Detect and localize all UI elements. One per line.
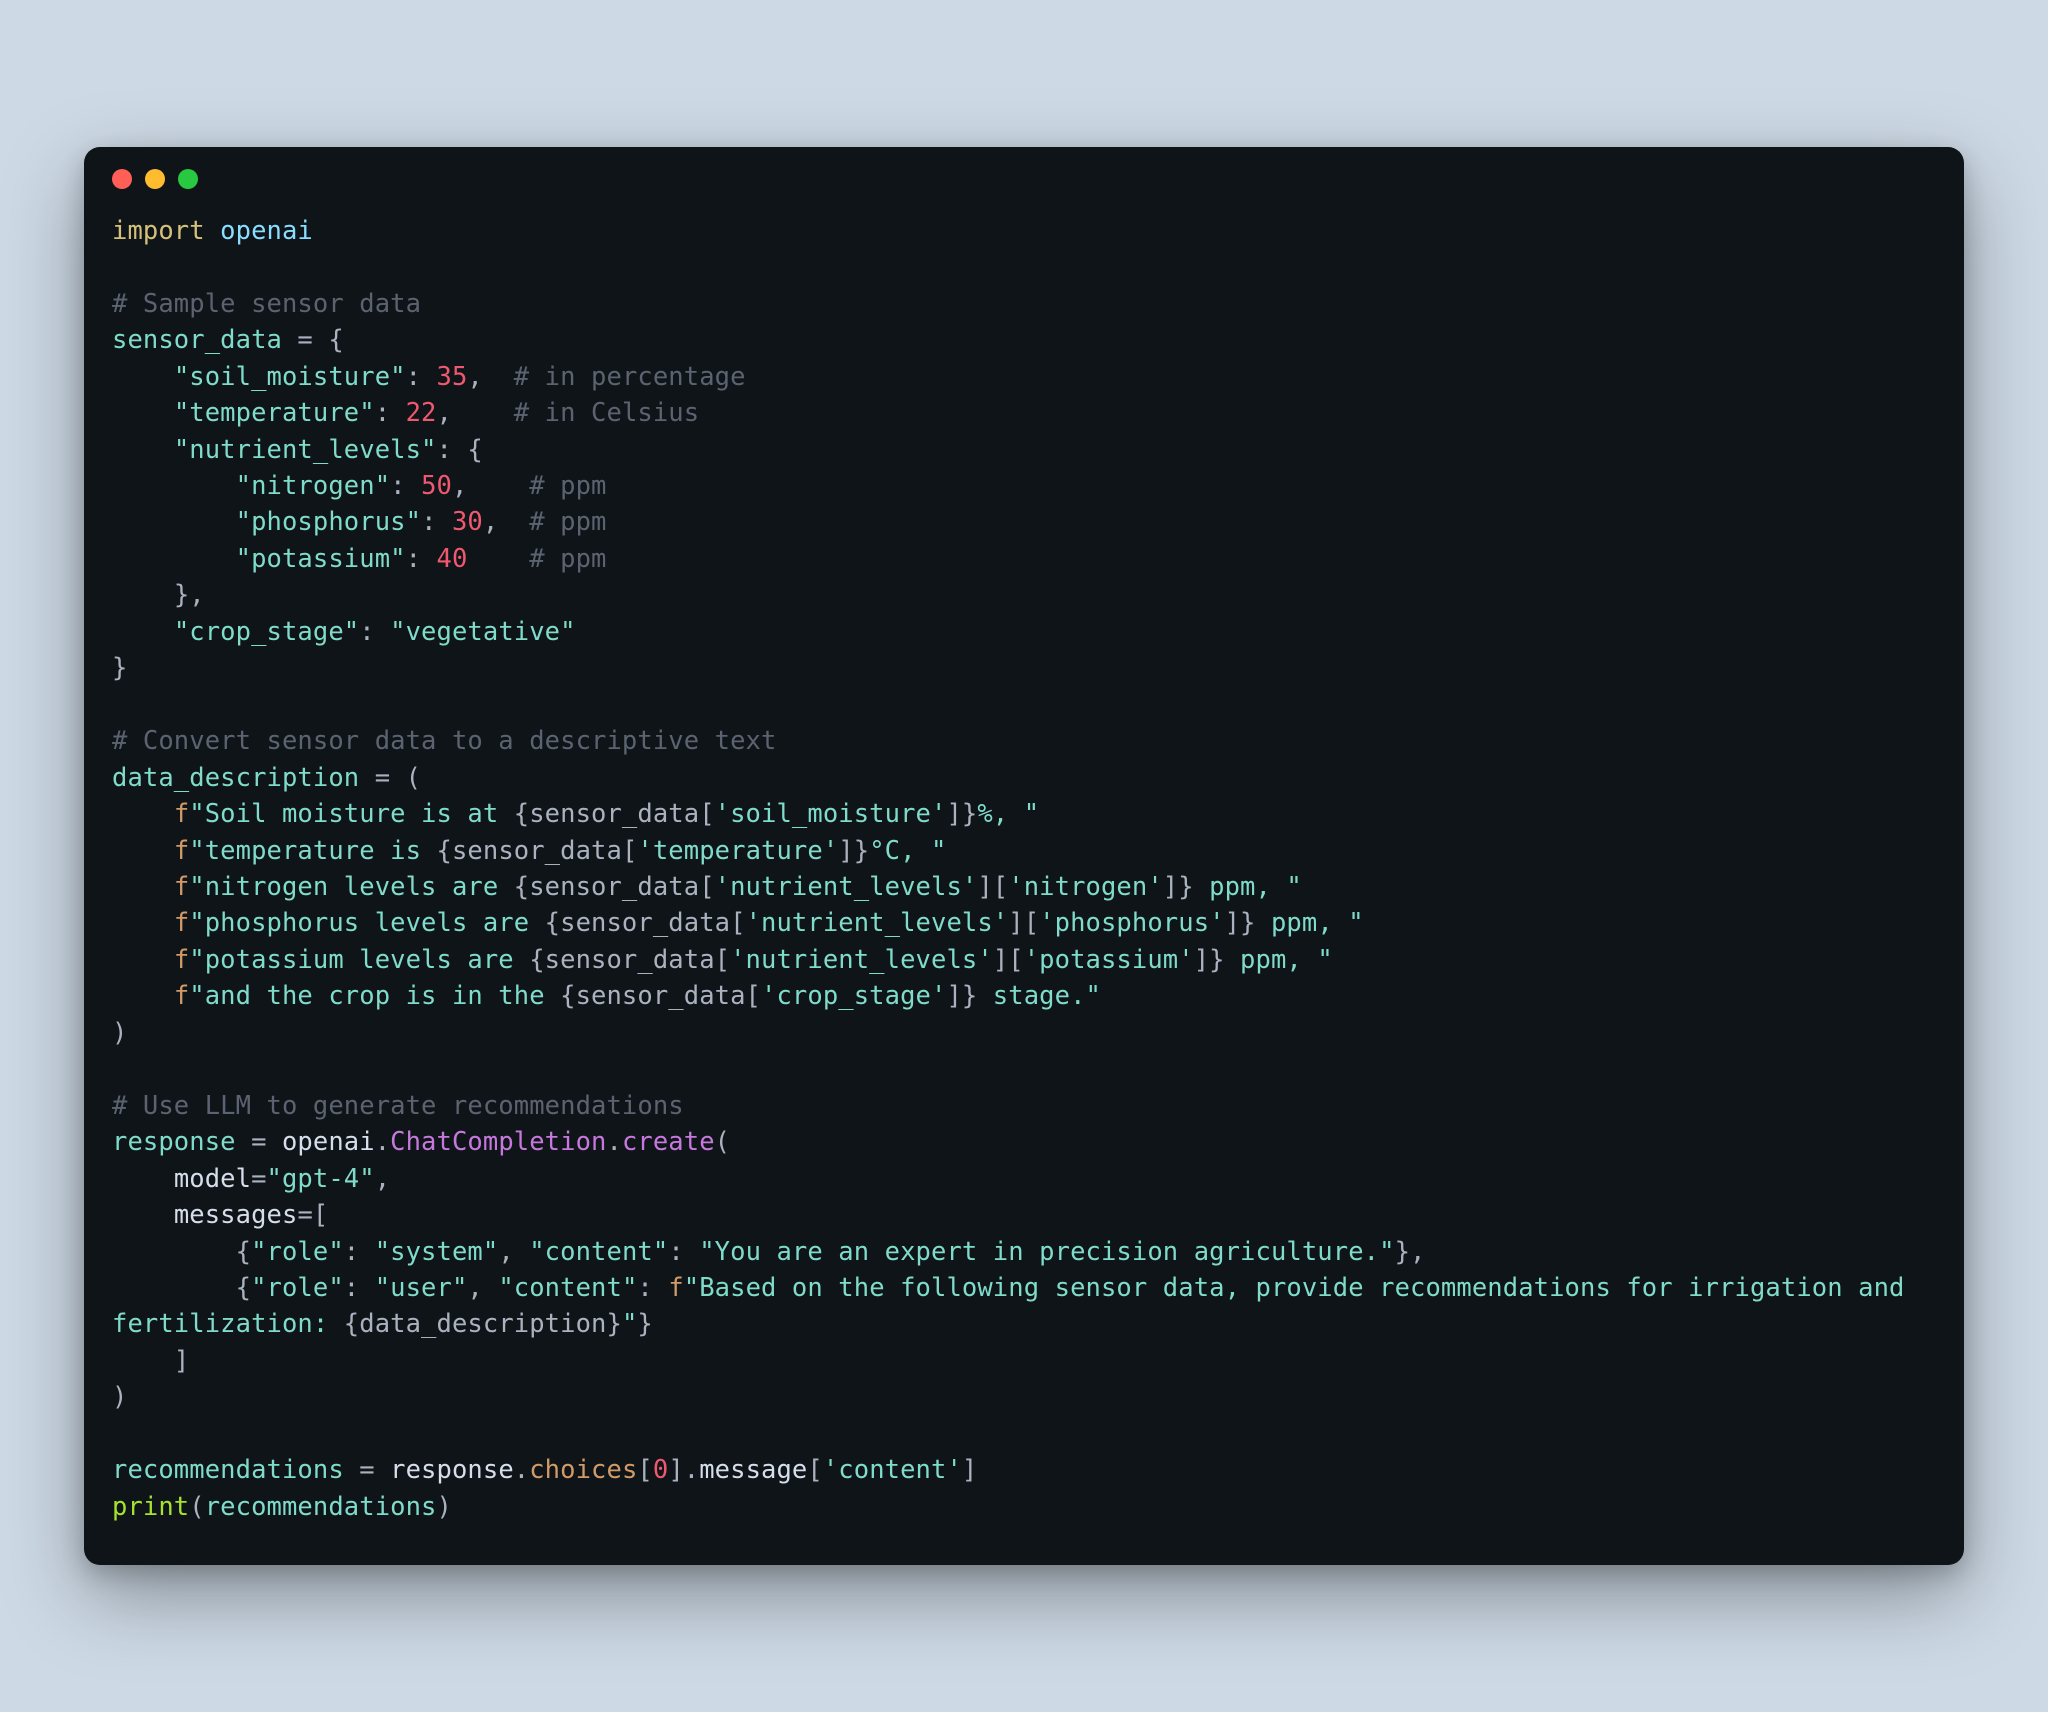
var-data-description: data_description — [112, 763, 359, 793]
maximize-icon[interactable] — [178, 169, 198, 189]
minimize-icon[interactable] — [145, 169, 165, 189]
comment: # Use LLM to generate recommendations — [112, 1091, 684, 1121]
code-window: import openai # Sample sensor data senso… — [84, 147, 1964, 1565]
fn-print: print — [112, 1492, 189, 1522]
var-recommendations: recommendations — [112, 1455, 344, 1485]
close-icon[interactable] — [112, 169, 132, 189]
comment: # Sample sensor data — [112, 289, 421, 319]
code-block: import openai # Sample sensor data senso… — [84, 195, 1964, 1565]
var-response: response — [112, 1127, 236, 1157]
var-sensor-data: sensor_data — [112, 325, 282, 355]
titlebar — [84, 147, 1964, 195]
module-openai: openai — [220, 216, 313, 246]
keyword-import: import — [112, 216, 205, 246]
comment: # Convert sensor data to a descriptive t… — [112, 726, 776, 756]
